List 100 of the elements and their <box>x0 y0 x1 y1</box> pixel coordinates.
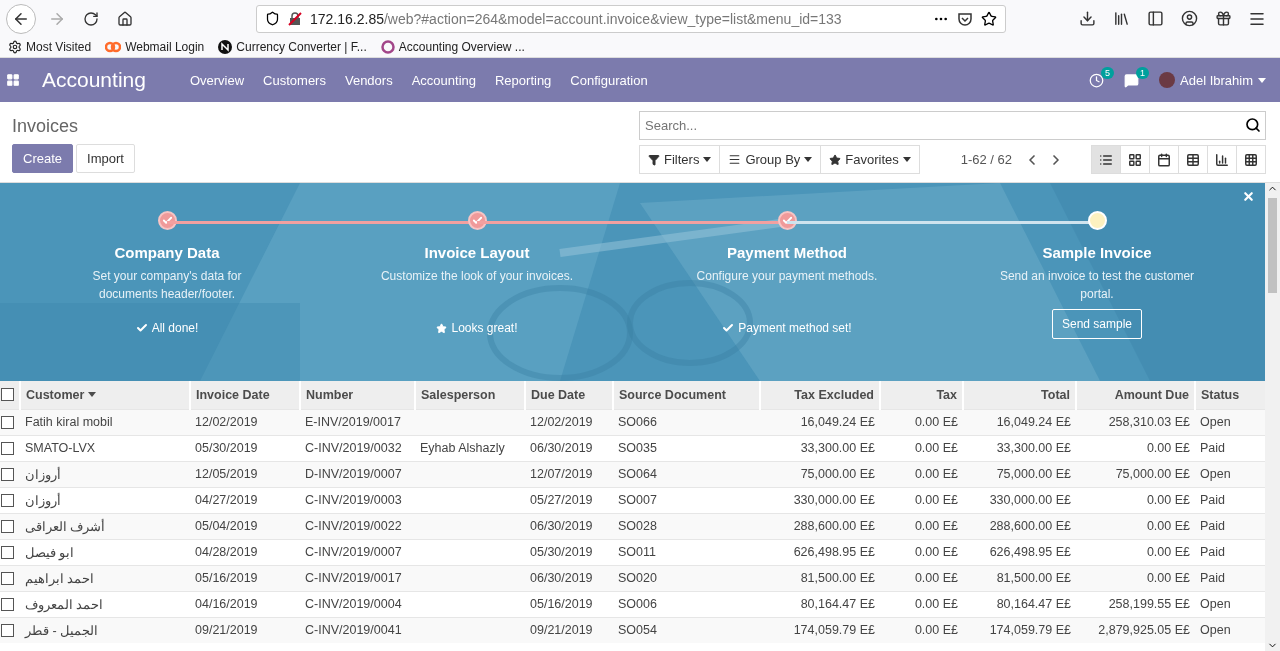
table-cell: 12/02/2019 <box>190 409 300 435</box>
url-text: 172.16.2.85/web?#action=264&model=account.invoice&view_type=list&menu_id=133 <box>310 10 843 27</box>
row-checkbox[interactable] <box>1 545 14 559</box>
row-checkbox[interactable] <box>1 571 14 585</box>
pocket-icon[interactable] <box>957 10 973 27</box>
table-cell: 0.00 E£ <box>880 487 963 513</box>
calendar-button[interactable] <box>1149 145 1179 174</box>
search-icon[interactable] <box>1245 117 1261 133</box>
column-header[interactable]: Customer <box>20 381 190 409</box>
column-header[interactable]: Tax <box>880 381 963 409</box>
row-checkbox[interactable] <box>1 493 14 507</box>
table-cell: C-INV/2019/0017 <box>300 565 415 591</box>
message-count-badge: 1 <box>1136 66 1149 79</box>
scrollbar[interactable] <box>1265 183 1280 651</box>
user-menu[interactable]: Adel Ibrahim <box>1159 72 1266 88</box>
menu-item[interactable]: Configuration <box>570 72 648 88</box>
check-icon <box>135 322 148 334</box>
close-button[interactable] <box>1242 190 1255 203</box>
row-checkbox[interactable] <box>1 597 14 611</box>
filter-dropdown[interactable]: Favorites <box>820 145 920 174</box>
table-cell: 33,300.00 E£ <box>963 435 1076 461</box>
menu-item[interactable]: Reporting <box>495 72 552 88</box>
table-cell: E-INV/2019/0017 <box>300 409 415 435</box>
step-description: Configure your payment methods. <box>695 268 879 285</box>
column-header[interactable]: Total <box>963 381 1076 409</box>
table-cell: C-INV/2019/0041 <box>300 617 415 643</box>
row-checkbox[interactable] <box>1 441 14 455</box>
table-cell: SO035 <box>613 435 760 461</box>
column-header[interactable]: Due Date <box>525 381 613 409</box>
table-cell: 2,879,925.05 E£ <box>1076 617 1195 643</box>
scroll-thumb[interactable] <box>1268 198 1277 293</box>
gear-icon <box>8 40 22 54</box>
bookmark-link[interactable]: Most Visited <box>8 40 92 54</box>
kanban-view-button[interactable] <box>1120 145 1150 174</box>
messages-icon[interactable] <box>1124 72 1139 88</box>
table-cell: 626,498.95 E£ <box>760 539 880 565</box>
select-all-checkbox[interactable] <box>1 388 14 402</box>
column-header[interactable]: Number <box>300 381 415 409</box>
table-cell: 0.00 E£ <box>880 435 963 461</box>
table-cell: 288,600.00 E£ <box>760 513 880 539</box>
table-cell: SO011 <box>613 539 760 565</box>
table-cell: Fatih kiral mobil <box>20 409 190 435</box>
pager-text: 1-62 / 62 <box>960 152 1012 167</box>
menu-item[interactable]: Vendors <box>344 72 393 88</box>
column-header[interactable]: Invoice Date <box>190 381 300 409</box>
search-field[interactable]: Search... <box>639 111 1266 140</box>
bar-chart-button[interactable] <box>1207 145 1237 174</box>
column-header[interactable]: Source Document <box>613 381 760 409</box>
table-cell: 16,049.24 E£ <box>760 409 880 435</box>
table-cell: 81,500.00 E£ <box>963 565 1076 591</box>
apps-menu-icon[interactable] <box>6 73 20 87</box>
table-cell: 12/07/2019 <box>525 461 613 487</box>
back-button[interactable] <box>6 3 36 34</box>
column-header[interactable]: Amount Due <box>1076 381 1195 409</box>
column-header[interactable]: Salesperson <box>415 381 525 409</box>
filter-dropdown[interactable]: Filters <box>639 145 721 174</box>
row-checkbox[interactable] <box>1 415 14 429</box>
menu-item[interactable]: Overview <box>189 72 245 88</box>
step-title: Sample Invoice <box>1042 244 1152 261</box>
menu-item[interactable]: Customers <box>263 72 326 88</box>
table-cell: أروزان <box>20 461 190 487</box>
row-checkbox[interactable] <box>1 467 14 481</box>
list-view-button[interactable] <box>1091 145 1121 174</box>
table-cell: 75,000.00 E£ <box>963 461 1076 487</box>
table-cell: 04/27/2019 <box>190 487 300 513</box>
column-header[interactable]: Tax Excluded <box>760 381 880 409</box>
activity-icon[interactable] <box>1089 72 1104 88</box>
activity-count-badge: 5 <box>1101 66 1114 79</box>
import-button[interactable]: Import <box>76 144 135 173</box>
table-cell: SO006 <box>613 591 760 617</box>
caret-icon <box>902 157 911 162</box>
table-button[interactable] <box>1178 145 1208 174</box>
column-header[interactable]: Status <box>1195 381 1265 409</box>
create-button[interactable]: Create <box>12 144 74 173</box>
menu-item[interactable]: Accounting <box>411 72 476 88</box>
bookmark-link[interactable]: Currency Converter | F... <box>218 40 367 54</box>
bookmark-link[interactable]: Accounting Overview ... <box>380 40 525 54</box>
table-cell: C-INV/2019/0004 <box>300 591 415 617</box>
table-cell: 16,049.24 E£ <box>963 409 1076 435</box>
row-checkbox[interactable] <box>1 519 14 533</box>
calendar-icon <box>1157 152 1171 167</box>
grid-button[interactable] <box>1236 145 1266 174</box>
page-title: Invoices <box>12 115 80 138</box>
table-cell: 0.00 E£ <box>880 617 963 643</box>
table-cell: 12/05/2019 <box>190 461 300 487</box>
address-bar[interactable]: 172.16.2.85/web?#action=264&model=account.invoice&view_type=list&menu_id=133 <box>256 4 1006 33</box>
table-cell: 05/04/2019 <box>190 513 300 539</box>
bookmark-star-icon[interactable] <box>981 10 997 27</box>
filter-dropdown[interactable]: Group By <box>719 145 822 174</box>
table-cell: SO007 <box>613 487 760 513</box>
account-icon <box>1180 10 1198 27</box>
row-checkbox[interactable] <box>1 623 14 637</box>
table-cell: 12/02/2019 <box>525 409 613 435</box>
step-title: Payment Method <box>727 244 847 261</box>
bookmark-link[interactable]: Webmail Login <box>105 40 205 54</box>
avatar <box>1159 72 1175 88</box>
table-cell: احمد ابراهيم <box>20 565 190 591</box>
table-cell: 05/27/2019 <box>525 487 613 513</box>
table-cell: SO064 <box>613 461 760 487</box>
filter-icon <box>648 153 660 166</box>
